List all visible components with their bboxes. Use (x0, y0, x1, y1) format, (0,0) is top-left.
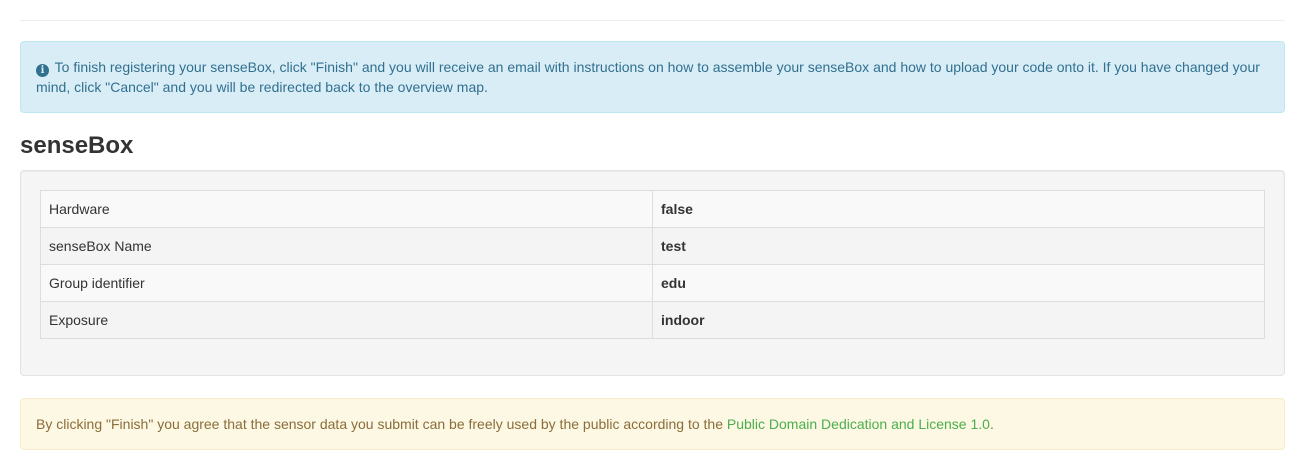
row-label-group-identifier: Group identifier (40, 264, 653, 302)
page: i To finish registering your senseBox, c… (0, 0, 1306, 465)
table-row: Hardware false (40, 190, 1265, 228)
row-value-hardware: false (652, 190, 1265, 228)
row-value-sensebox-name: test (652, 227, 1265, 265)
table-row: senseBox Name test (40, 227, 1265, 265)
license-alert: By clicking "Finish" you agree that the … (20, 398, 1285, 450)
row-label-sensebox-name: senseBox Name (40, 227, 653, 265)
info-alert-text: To finish registering your senseBox, cli… (36, 59, 1260, 95)
table-row: Group identifier edu (40, 264, 1265, 302)
row-label-exposure: Exposure (40, 301, 653, 339)
row-value-group-identifier: edu (652, 264, 1265, 302)
row-label-hardware: Hardware (40, 190, 653, 228)
license-text-before: By clicking "Finish" you agree that the … (36, 416, 727, 432)
summary-panel: Hardware false senseBox Name test Group … (20, 170, 1285, 376)
info-circle-icon: i (36, 64, 49, 77)
info-alert: i To finish registering your senseBox, c… (20, 41, 1285, 113)
section-title: senseBox (20, 132, 134, 159)
license-text-after: . (989, 416, 994, 432)
license-link[interactable]: Public Domain Dedication and License 1.0 (727, 416, 990, 432)
table-row: Exposure indoor (40, 301, 1265, 339)
row-value-exposure: indoor (652, 301, 1265, 339)
summary-table: Hardware false senseBox Name test Group … (40, 190, 1265, 339)
top-divider (20, 20, 1285, 21)
